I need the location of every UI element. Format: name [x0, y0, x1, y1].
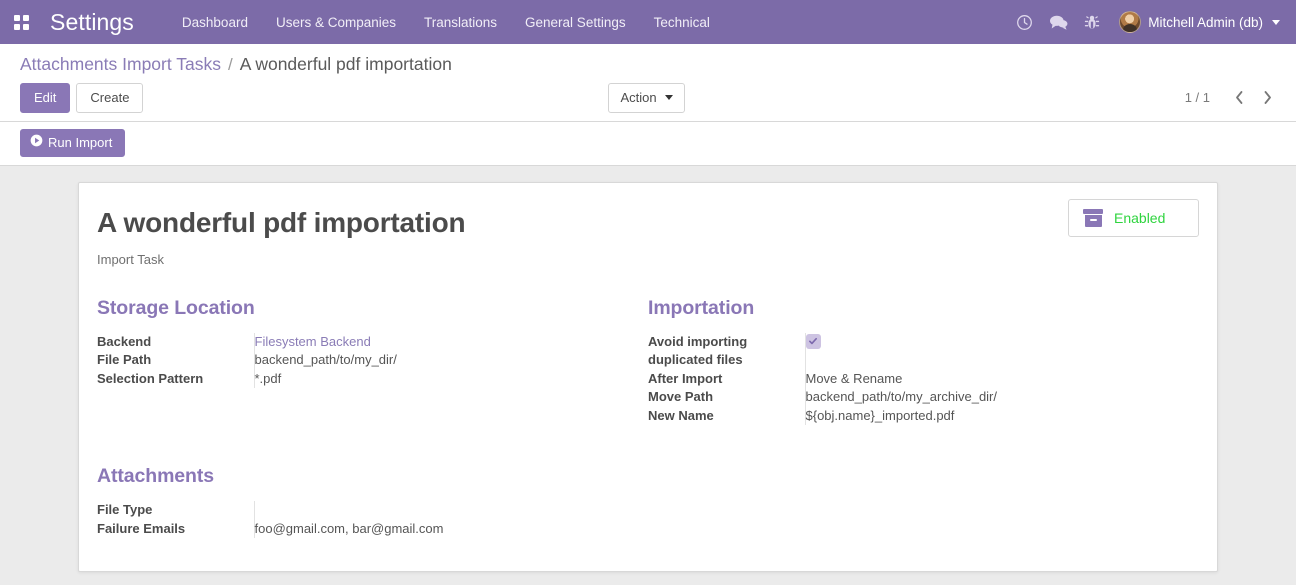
form-sheet: A wonderful pdf importation Import Task …: [78, 181, 1218, 572]
control-panel: Attachments Import Tasks / A wonderful p…: [0, 44, 1296, 122]
field-label-file-path: File Path: [97, 352, 152, 368]
field-row-avoid-duplicates: Avoid importing duplicated files: [648, 332, 1177, 370]
group-title-attachments: Attachments: [97, 465, 215, 488]
user-name-label: Mitchell Admin (db): [1148, 14, 1263, 30]
importation-fields: Avoid importing duplicated files After I…: [648, 332, 1177, 426]
field-row-file-type: File Type: [97, 501, 626, 520]
menu-item-translations[interactable]: Translations: [410, 0, 511, 44]
archive-icon: [1083, 208, 1103, 227]
chevron-down-icon: [664, 95, 673, 101]
backend-link[interactable]: Filesystem Backend: [255, 334, 371, 349]
action-dropdown-wrapper: Action: [608, 83, 685, 113]
chat-icon[interactable]: [1041, 0, 1075, 44]
group-storage-location: Storage Location Backend Filesystem Back…: [97, 297, 648, 425]
run-import-button[interactable]: Run Import: [20, 128, 126, 157]
field-value-failure-emails: foo@gmail.com, bar@gmail.com: [253, 519, 626, 539]
menu-item-dashboard[interactable]: Dashboard: [168, 0, 262, 44]
title-block: A wonderful pdf importation Import Task: [97, 199, 466, 267]
pager-previous-button[interactable]: [1226, 85, 1252, 111]
field-row-after-import: After Import Move & Rename: [648, 369, 1177, 389]
apps-menu-button[interactable]: [4, 5, 38, 39]
field-label-new-name: New Name: [648, 407, 714, 423]
field-label-avoid-duplicates: Avoid importing duplicated files: [648, 333, 748, 368]
apps-grid-icon: [13, 14, 29, 30]
menu-item-general-settings[interactable]: General Settings: [511, 0, 640, 44]
group-title-importation: Importation: [648, 296, 755, 319]
edit-button[interactable]: Edit: [20, 83, 71, 113]
chevron-down-icon: [1272, 19, 1280, 25]
action-dropdown-button[interactable]: Action: [608, 83, 685, 113]
field-label-failure-emails: Failure Emails: [97, 520, 186, 536]
group-title-storage-location: Storage Location: [97, 296, 255, 319]
navbar-systray: Mitchell Admin (db): [1007, 0, 1286, 44]
field-row-new-name: New Name ${obj.name}_imported.pdf: [648, 406, 1177, 426]
field-label-move-path: Move Path: [648, 389, 714, 405]
form-groups: Storage Location Backend Filesystem Back…: [97, 296, 1199, 426]
pager-next-button[interactable]: [1254, 85, 1280, 111]
breadcrumb-parent-link[interactable]: Attachments Import Tasks: [20, 54, 221, 75]
top-navbar: Settings Dashboard Users & Companies Tra…: [0, 0, 1296, 44]
field-value-after-import: Move & Rename: [804, 369, 1177, 389]
field-value-move-path: backend_path/to/my_archive_dir/: [804, 388, 1177, 407]
field-label-backend: Backend: [97, 333, 152, 349]
breadcrumb-separator: /: [228, 55, 233, 74]
action-dropdown-label: Action: [620, 90, 657, 105]
field-value-file-type: [253, 501, 626, 520]
user-menu[interactable]: Mitchell Admin (db): [1109, 0, 1286, 44]
field-label-file-type: File Type: [97, 502, 153, 518]
field-label-after-import: After Import: [648, 370, 723, 386]
group-attachments: Attachments File Type Failure Emails foo…: [97, 465, 648, 539]
sheet-header: A wonderful pdf importation Import Task …: [97, 198, 1199, 267]
control-panel-buttons: Edit Create Action 1 / 1: [0, 77, 1296, 121]
avoid-duplicates-checkbox[interactable]: [805, 333, 821, 349]
bug-icon[interactable]: [1075, 0, 1109, 44]
pager-count: 1 / 1: [1184, 90, 1210, 106]
navbar-menu: Dashboard Users & Companies Translations…: [168, 0, 724, 44]
page-title: A wonderful pdf importation: [97, 206, 466, 238]
field-value-new-name: ${obj.name}_imported.pdf: [804, 406, 1177, 426]
breadcrumb-current: A wonderful pdf importation: [239, 54, 452, 74]
storage-location-fields: Backend Filesystem Backend File Path bac…: [97, 332, 626, 389]
form-background: A wonderful pdf importation Import Task …: [0, 166, 1296, 585]
app-brand-settings[interactable]: Settings: [50, 9, 134, 36]
field-row-move-path: Move Path backend_path/to/my_archive_dir…: [648, 388, 1177, 407]
avatar: [1119, 11, 1142, 33]
attachments-fields: File Type Failure Emails foo@gmail.com, …: [97, 501, 626, 539]
field-row-file-path: File Path backend_path/to/my_dir/: [97, 351, 626, 370]
field-value-file-path: backend_path/to/my_dir/: [253, 351, 626, 370]
menu-item-technical[interactable]: Technical: [640, 0, 724, 44]
menu-item-users-companies[interactable]: Users & Companies: [262, 0, 410, 44]
field-label-selection-pattern: Selection Pattern: [97, 370, 204, 386]
enabled-stat-button[interactable]: Enabled: [1068, 198, 1199, 237]
field-row-backend: Backend Filesystem Backend: [97, 332, 626, 352]
field-value-selection-pattern: *.pdf: [253, 369, 626, 389]
status-badge: Enabled: [1114, 209, 1166, 226]
play-circle-icon: [30, 134, 43, 152]
breadcrumb: Attachments Import Tasks / A wonderful p…: [0, 44, 1296, 77]
pager: 1 / 1: [1185, 85, 1280, 111]
field-value-avoid-duplicates: [804, 332, 1177, 370]
group-importation: Importation Avoid importing duplicated f…: [648, 296, 1199, 426]
create-button[interactable]: Create: [76, 83, 144, 113]
field-row-failure-emails: Failure Emails foo@gmail.com, bar@gmail.…: [97, 519, 626, 539]
field-row-selection-pattern: Selection Pattern *.pdf: [97, 369, 626, 389]
clock-icon[interactable]: [1007, 0, 1041, 44]
record-subtitle: Import Task: [97, 251, 164, 267]
field-value-backend: Filesystem Backend: [253, 332, 626, 352]
run-import-label: Run Import: [48, 134, 113, 150]
statusbar: Run Import: [0, 121, 1296, 166]
